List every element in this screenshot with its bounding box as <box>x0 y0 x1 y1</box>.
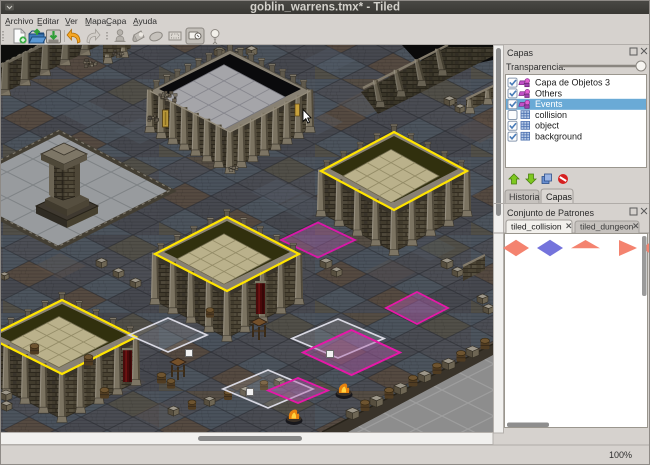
svg-text:Editar: Editar <box>37 16 59 26</box>
svg-text:Mapa: Mapa <box>85 16 107 26</box>
svg-text:Capa: Capa <box>106 16 127 26</box>
svg-text:Archivo: Archivo <box>5 16 34 26</box>
svg-text:Historia: Historia <box>509 192 540 202</box>
svg-text:Ayuda: Ayuda <box>133 16 157 26</box>
svg-text:tiled_dungeon: tiled_dungeon <box>580 222 634 232</box>
svg-text:collision: collision <box>535 110 567 120</box>
svg-text:goblin_warrens.tmx* - Tiled: goblin_warrens.tmx* - Tiled <box>250 2 400 14</box>
svg-text:100%: 100% <box>609 450 632 460</box>
svg-text:Events: Events <box>535 99 563 109</box>
svg-text:Capas: Capas <box>507 48 534 58</box>
svg-text:tiled_collision: tiled_collision <box>511 222 562 232</box>
svg-text:background: background <box>535 132 582 142</box>
svg-text:Conjunto de Patrones: Conjunto de Patrones <box>507 208 595 218</box>
svg-text:Capa de Objetos 3: Capa de Objetos 3 <box>535 78 610 88</box>
svg-text:Ver: Ver <box>65 16 78 26</box>
svg-text:object: object <box>535 121 560 131</box>
svg-text:Transparencia:: Transparencia: <box>506 62 566 72</box>
svg-text:Capas: Capas <box>546 192 573 202</box>
svg-text:Others: Others <box>535 88 563 98</box>
